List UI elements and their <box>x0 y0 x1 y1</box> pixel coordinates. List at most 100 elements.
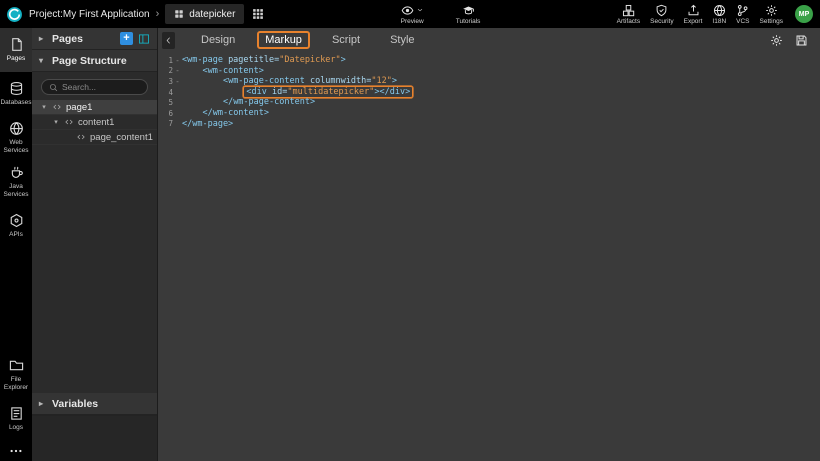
tab-markup[interactable]: Markup <box>257 31 310 49</box>
fold-marker[interactable]: - <box>173 66 182 75</box>
code-text: <wm-content> <box>182 66 264 77</box>
topbar-tool-artifacts[interactable]: Artifacts <box>617 4 640 25</box>
more-options-button[interactable] <box>0 441 32 461</box>
pages-sidebar: ▸ Pages + ▾ Page Structure ▾page1▾conten… <box>32 28 158 461</box>
topbar-tool-i18n[interactable]: I18N <box>712 4 726 25</box>
rail-item-label: Pages <box>7 55 25 63</box>
tab-script[interactable]: Script <box>324 31 368 49</box>
tabbar-actions <box>770 34 808 47</box>
rail-top-items: Pages Databases Web ServicesJava ServicesA… <box>0 28 32 248</box>
add-page-button[interactable]: + <box>120 32 133 45</box>
structure-header-label: Page Structure <box>52 55 127 67</box>
fold-marker[interactable]: - <box>173 56 182 65</box>
rail-spacer <box>0 248 32 353</box>
topbar-center: Preview Tutorials <box>401 4 481 25</box>
project-breadcrumb[interactable]: Project:My First Application <box>29 9 150 20</box>
app-window: Project:My First Application › datepicke… <box>0 0 820 461</box>
sidebar-item-web-services[interactable]: Web Services <box>0 116 32 160</box>
tutorials-label: Tutorials <box>456 18 481 25</box>
tutorials-button[interactable]: Tutorials <box>456 4 481 25</box>
wavemaker-logo-icon[interactable] <box>6 6 23 23</box>
sidebar-footer <box>32 415 157 461</box>
rail-item-label: Databases <box>0 99 31 107</box>
pages-header-label: Pages <box>52 33 83 45</box>
line-number: 7 <box>158 119 173 128</box>
apis-icon <box>9 213 24 228</box>
logs-icon <box>9 406 24 421</box>
sidebar-item-logs[interactable]: Logs <box>0 397 32 441</box>
code-text: </wm-content> <box>182 108 269 119</box>
sidebar-item-pages[interactable]: Pages <box>0 28 32 72</box>
sidebar-item-file-explorer[interactable]: File Explorer <box>0 353 32 397</box>
sidebar-item-databases[interactable]: Databases <box>0 72 32 116</box>
tree-node-page1[interactable]: ▾page1 <box>32 100 157 115</box>
caret-down-icon[interactable]: ▾ <box>52 118 60 126</box>
code-line-5[interactable]: 5 </wm-page-content> <box>158 97 820 108</box>
sidebar-item-apis[interactable]: APIs <box>0 204 32 248</box>
tool-label: Artifacts <box>617 18 640 25</box>
file-explorer-icon <box>9 358 24 373</box>
tutorials-icon <box>462 4 475 17</box>
code-line-2[interactable]: 2- <wm-content> <box>158 66 820 77</box>
markup-code-editor[interactable]: 1-<wm-page pagetitle="Datepicker">2- <wm… <box>158 52 820 461</box>
settings-icon <box>765 4 778 17</box>
rail-item-label: Logs <box>9 424 23 432</box>
editor-settings-icon[interactable] <box>770 34 783 47</box>
search-input[interactable] <box>62 82 140 92</box>
code-text: </wm-page-content> <box>182 97 315 108</box>
code-line-1[interactable]: 1-<wm-page pagetitle="Datepicker"> <box>158 55 820 66</box>
tab-design[interactable]: Design <box>193 31 243 49</box>
caret-down-icon[interactable]: ▾ <box>40 103 48 111</box>
editor-area: Design Markup Script Style 1-<wm-page paget… <box>158 28 820 461</box>
preview-button[interactable]: Preview <box>401 4 424 25</box>
tool-label: VCS <box>736 18 749 25</box>
tree-node-page_content1[interactable]: page_content1 <box>32 130 157 145</box>
tool-label: Settings <box>760 18 784 25</box>
left-rail: Pages Databases Web ServicesJava ServicesA… <box>0 28 32 461</box>
chevron-right-icon: › <box>156 8 160 20</box>
project-name: My First Application <box>63 9 150 20</box>
caret-right-icon: ▸ <box>39 34 47 43</box>
code-line-6[interactable]: 6 </wm-content> <box>158 108 820 119</box>
topbar-tool-settings[interactable]: Settings <box>760 4 784 25</box>
fold-marker[interactable]: - <box>173 77 182 86</box>
page-tab-datepicker[interactable]: datepicker <box>165 4 244 24</box>
user-avatar[interactable]: MP <box>795 5 813 23</box>
tree-node-label: content1 <box>78 117 114 128</box>
collapse-sidebar-button[interactable] <box>162 32 175 49</box>
page-structure-header[interactable]: ▾ Page Structure <box>32 50 157 72</box>
pages-panel-header[interactable]: ▸ Pages + <box>32 28 157 50</box>
topbar-tool-security[interactable]: Security <box>650 4 673 25</box>
search-icon <box>49 83 58 92</box>
code-line-4[interactable]: 4 <div id="multidatepicker"></div> <box>158 87 820 98</box>
panel-toggle-icon[interactable] <box>138 33 150 45</box>
topbar-tools: Artifacts Security Export I18N VCS Settings <box>617 4 783 25</box>
dashboard-grid-icon[interactable] <box>252 8 264 20</box>
structure-search[interactable] <box>41 79 148 95</box>
preview-icon-row <box>401 4 424 17</box>
caret-right-icon: ▸ <box>39 399 47 408</box>
security-icon <box>655 4 668 17</box>
code-line-7[interactable]: 7</wm-page> <box>158 119 820 130</box>
page-tab-label: datepicker <box>189 9 235 20</box>
variables-header-label: Variables <box>52 398 98 410</box>
editor-tabs: Design Markup Script Style <box>193 31 423 49</box>
artifacts-icon <box>622 4 635 17</box>
pages-icon <box>9 37 24 52</box>
topbar-tool-export[interactable]: Export <box>684 4 703 25</box>
variables-panel-header[interactable]: ▸ Variables <box>32 393 157 415</box>
tool-label: I18N <box>712 18 726 25</box>
line-number: 5 <box>158 98 173 107</box>
tab-style[interactable]: Style <box>382 31 422 49</box>
sidebar-item-java-services[interactable]: Java Services <box>0 160 32 204</box>
widget-icon <box>64 117 74 127</box>
save-icon[interactable] <box>795 34 808 47</box>
tree-node-content1[interactable]: ▾ content1 <box>32 115 157 130</box>
topbar-tool-vcs[interactable]: VCS <box>736 4 749 25</box>
preview-label: Preview <box>401 18 424 25</box>
project-label: Project: <box>29 9 63 20</box>
widget-icon <box>52 102 62 112</box>
code-lines: 1-<wm-page pagetitle="Datepicker">2- <wm… <box>158 55 820 129</box>
topbar: Project:My First Application › datepicke… <box>0 0 820 28</box>
vcs-icon <box>736 4 749 17</box>
